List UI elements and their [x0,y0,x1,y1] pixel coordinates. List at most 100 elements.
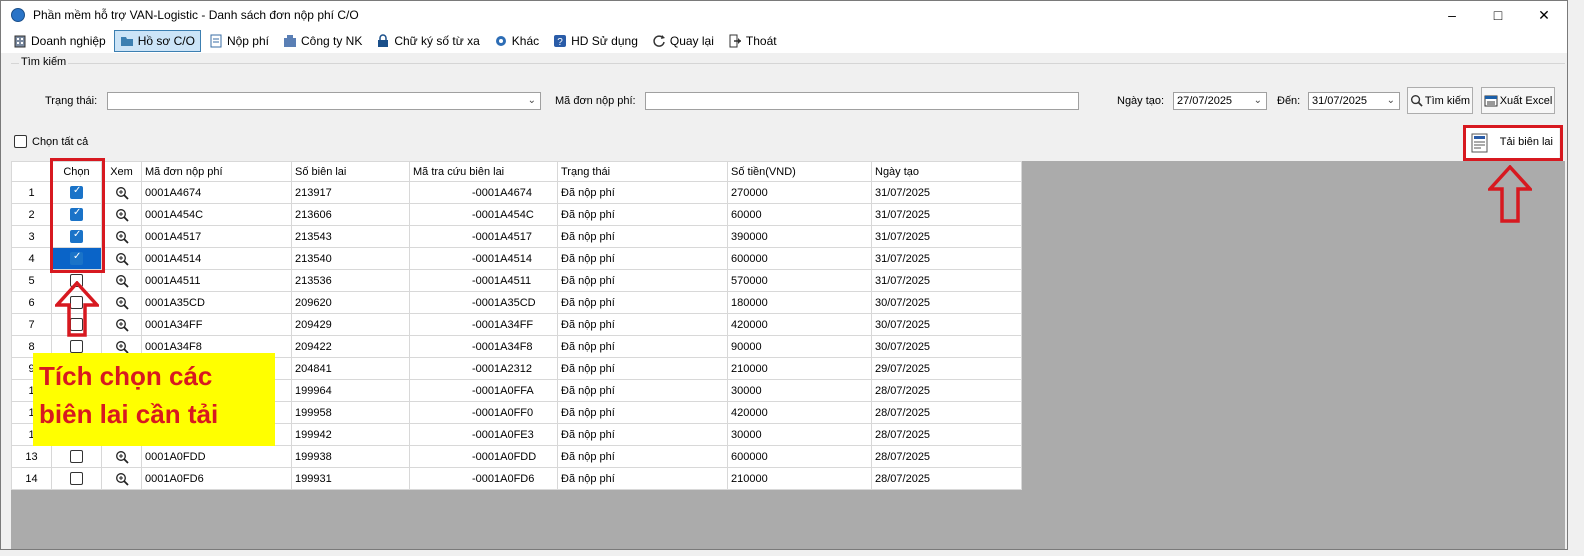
amount-cell: 600000 [727,247,872,270]
building-icon [13,34,27,48]
lock-icon [376,34,390,48]
column-header[interactable]: Số biên lai [291,161,410,182]
row-checkbox[interactable] [70,229,83,243]
app-logo-icon [11,8,25,22]
amount-cell: 420000 [727,401,872,424]
receipt-number: 213917 [291,181,410,204]
fee-order-code: 0001A4514 [141,247,292,270]
view-cell[interactable] [101,313,142,336]
title-bar: Phần mềm hỗ trợ VAN-Logistic - Danh sách… [1,1,1567,29]
menu-item-8[interactable]: Thoát [722,30,783,52]
column-header[interactable]: Xem [101,161,142,182]
status-label: Trạng thái: [45,95,98,107]
menu-item-label: Doanh nghiệp [31,34,106,48]
zoom-in-icon[interactable] [115,252,129,266]
receipt-lookup-code: -0001A0FDD [409,445,558,468]
created-date-cell: 31/07/2025 [871,247,1022,270]
view-cell[interactable] [101,445,142,468]
zoom-in-icon[interactable] [115,186,129,200]
zoom-in-icon[interactable] [115,274,129,288]
export-excel-button[interactable]: Xuất Excel [1481,87,1555,114]
row-checkbox[interactable] [70,450,83,463]
exit-icon [728,34,742,48]
receipt-lookup-code: -0001A454C [409,203,558,226]
table-row[interactable]: 2 0001A454C213606-0001A454CĐã nộp phí6000… [11,203,1022,226]
zoom-in-icon[interactable] [115,208,129,222]
zoom-in-icon[interactable] [115,450,129,464]
status-select[interactable]: ⌄ [107,92,541,110]
row-select-cell[interactable] [51,247,102,270]
row-number: 14 [11,467,52,490]
table-row[interactable]: 7 0001A34FF 209429 -0001A34FF Đã nộp phí 4200… [11,313,1022,336]
receipt-number: 209422 [291,335,410,358]
column-header[interactable]: Số tiền(VND) [727,161,872,182]
row-select-cell[interactable] [51,181,102,204]
amount-cell: 210000 [727,467,872,490]
table-row[interactable]: 3 0001A4517213543-0001A4517Đã nộp phí3900… [11,225,1022,248]
row-select-cell[interactable] [51,225,102,248]
zoom-in-icon[interactable] [115,318,129,332]
amount-cell: 570000 [727,269,872,292]
date-to-picker[interactable]: 31/07/2025 ⌄ [1308,92,1400,110]
row-select-cell[interactable] [51,203,102,226]
code-input[interactable] [645,92,1079,110]
column-header[interactable]: Mã đơn nộp phí [141,161,292,182]
table-row[interactable]: 5 0001A4511 213536 -0001A4511 Đã nộp phí 5700… [11,269,1022,292]
download-receipts-button[interactable]: Tải biên lai [1463,127,1559,159]
search-button[interactable]: Tìm kiếm [1407,87,1473,114]
column-header[interactable]: Chọn [51,161,102,182]
zoom-in-icon[interactable] [115,230,129,244]
row-checkbox[interactable] [70,185,83,199]
view-cell[interactable] [101,467,142,490]
date-from-picker[interactable]: 27/07/2025 ⌄ [1173,92,1267,110]
table-row[interactable]: 14 0001A0FD6 199931 -0001A0FD6 Đã nộp phí 210… [11,467,1022,490]
table-row[interactable]: 1 0001A4674213917-0001A4674Đã nộp phí2700… [11,181,1022,204]
row-select-cell[interactable] [51,445,102,468]
select-all-box[interactable] [14,135,27,148]
select-all-checkbox[interactable]: Chọn tất cả [14,135,88,148]
row-checkbox[interactable] [70,251,83,265]
menu-item-0[interactable]: Doanh nghiệp [7,30,112,52]
view-cell[interactable] [101,203,142,226]
zoom-in-icon[interactable] [115,340,129,354]
row-checkbox[interactable] [70,472,83,485]
refresh-icon [652,34,666,48]
row-checkbox[interactable] [70,340,83,353]
status-cell: Đã nộp phí [557,467,728,490]
menu-item-2[interactable]: Nộp phí [203,30,275,52]
menu-item-5[interactable]: Khác [488,30,545,52]
column-header[interactable]: Mã tra cứu biên lai [409,161,558,182]
maximize-button[interactable]: □ [1475,1,1521,29]
view-cell[interactable] [101,225,142,248]
zoom-in-icon[interactable] [115,296,129,310]
column-header[interactable]: Ngày tạo [871,161,1022,182]
receipt-lookup-code: -0001A0FFA [409,379,558,402]
menu-item-3[interactable]: Công ty NK [277,30,368,52]
view-cell[interactable] [101,181,142,204]
amount-cell: 30000 [727,423,872,446]
fee-order-code: 0001A4674 [141,181,292,204]
table-row[interactable]: 6 0001A35CD 209620 -0001A35CD Đã nộp phí 1800… [11,291,1022,314]
menu-item-4[interactable]: Chữ ký số từ xa [370,30,485,52]
table-row[interactable]: 13 0001A0FDD 199938 -0001A0FDD Đã nộp phí 600… [11,445,1022,468]
row-checkbox[interactable] [70,207,83,221]
table-row[interactable]: 4 0001A4514213540-0001A4514Đã nộp phí6000… [11,247,1022,270]
column-header[interactable] [11,161,52,182]
close-button[interactable]: ✕ [1521,1,1567,29]
view-cell[interactable] [101,291,142,314]
menu-item-6[interactable]: ? HD Sử dụng [547,30,644,52]
select-all-label: Chọn tất cả [32,135,89,148]
menu-item-1[interactable]: Hồ sơ C/O [113,30,201,52]
view-cell[interactable] [101,269,142,292]
row-select-cell[interactable] [51,467,102,490]
minimize-button[interactable]: – [1429,1,1475,29]
view-cell[interactable] [101,247,142,270]
status-cell: Đã nộp phí [557,401,728,424]
receipt-number: 209429 [291,313,410,336]
menu-item-label: Hồ sơ C/O [137,34,195,48]
excel-icon [1484,95,1498,106]
column-header[interactable]: Trạng thái [557,161,728,182]
zoom-in-icon[interactable] [115,472,129,486]
fee-order-code: 0001A454C [141,203,292,226]
menu-item-7[interactable]: Quay lại [646,30,720,52]
